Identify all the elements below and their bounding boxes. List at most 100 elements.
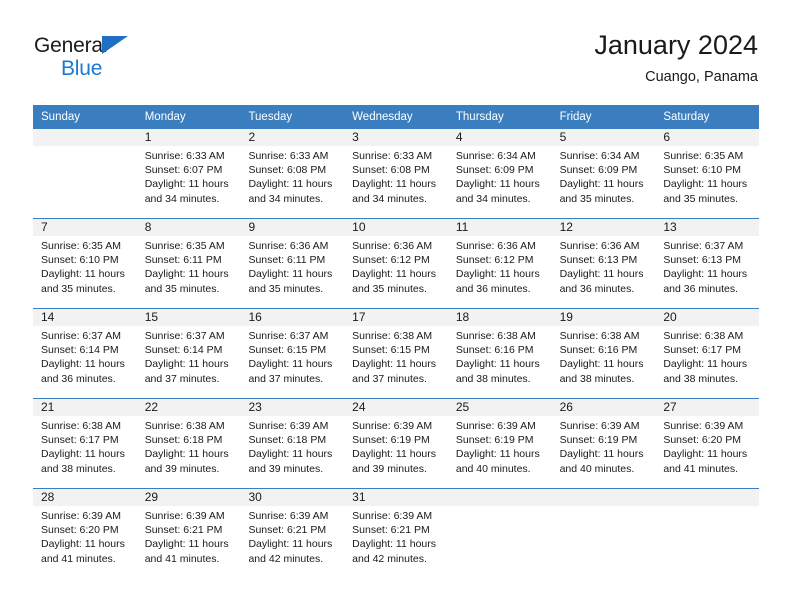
- day-number: [655, 489, 760, 506]
- daylight-duration-line1: Daylight: 11 hours: [352, 358, 437, 371]
- daylight-duration-line1: Daylight: 11 hours: [248, 268, 333, 281]
- sunset-time: Sunset: 6:13 PM: [663, 254, 741, 267]
- day-number: 23: [240, 399, 345, 416]
- calendar-day-cell[interactable]: 20 Sunrise: 6:38 AM Sunset: 6:17 PM Dayligh…: [655, 309, 760, 398]
- calendar-day-cell[interactable]: 23 Sunrise: 6:39 AM Sunset: 6:18 PM Dayligh…: [240, 399, 345, 488]
- calendar-day-cell[interactable]: 10 Sunrise: 6:36 AM Sunset: 6:12 PM Dayligh…: [344, 219, 448, 308]
- daylight-duration-line2: and 34 minutes.: [248, 192, 324, 205]
- sunrise-time: Sunrise: 6:37 AM: [41, 330, 121, 342]
- sunset-time: Sunset: 6:09 PM: [455, 164, 534, 177]
- calendar-day-cell[interactable]: 21 Sunrise: 6:38 AM Sunset: 6:17 PM Dayligh…: [33, 399, 137, 488]
- day-number: 27: [655, 399, 760, 416]
- sunset-time: Sunset: 6:14 PM: [41, 344, 119, 357]
- daylight-duration-line1: Daylight: 11 hours: [352, 448, 437, 461]
- brand-logo[interactable]: General Blue: [34, 34, 254, 82]
- calendar-day-cell[interactable]: 11 Sunrise: 6:36 AM Sunset: 6:12 PM Dayligh…: [447, 219, 552, 308]
- sunrise-time: Sunrise: 6:39 AM: [559, 420, 640, 432]
- sunset-time: Sunset: 6:12 PM: [455, 254, 534, 267]
- daylight-duration-line1: Daylight: 11 hours: [248, 358, 333, 371]
- calendar-day-cell[interactable]: 16 Sunrise: 6:37 AM Sunset: 6:15 PM Dayligh…: [240, 309, 345, 398]
- daylight-duration-line1: Daylight: 11 hours: [248, 448, 333, 461]
- calendar-day-cell[interactable]: 13 Sunrise: 6:37 AM Sunset: 6:13 PM Dayligh…: [655, 219, 760, 308]
- sunrise-time: Sunrise: 6:36 AM: [352, 240, 433, 252]
- sunset-time: Sunset: 6:18 PM: [144, 434, 223, 447]
- day-number: 9: [240, 219, 345, 236]
- calendar-empty-cell: [447, 489, 552, 578]
- calendar-day-cell[interactable]: 30 Sunrise: 6:39 AM Sunset: 6:21 PM Dayligh…: [240, 489, 345, 578]
- daylight-duration-line1: Daylight: 11 hours: [352, 538, 437, 551]
- daylight-duration-line2: and 38 minutes.: [559, 372, 635, 385]
- calendar-day-cell[interactable]: 19 Sunrise: 6:38 AM Sunset: 6:16 PM Dayligh…: [551, 309, 656, 398]
- daylight-duration-line2: and 41 minutes.: [144, 552, 220, 565]
- daylight-duration-line2: and 35 minutes.: [559, 192, 635, 205]
- sunrise-time: Sunrise: 6:39 AM: [352, 420, 433, 432]
- weekday-header-friday: Friday: [559, 111, 592, 123]
- day-number: 25: [447, 399, 552, 416]
- calendar-day-cell[interactable]: 3 Sunrise: 6:33 AM Sunset: 6:08 PM Daylight…: [344, 129, 448, 218]
- calendar-day-cell[interactable]: 14 Sunrise: 6:37 AM Sunset: 6:14 PM Dayligh…: [33, 309, 137, 398]
- calendar-day-cell[interactable]: 27 Sunrise: 6:39 AM Sunset: 6:20 PM Dayligh…: [655, 399, 760, 488]
- day-number: 19: [551, 309, 656, 326]
- sunrise-time: Sunrise: 6:38 AM: [663, 330, 744, 342]
- daylight-duration-line2: and 35 minutes.: [144, 282, 220, 295]
- day-number: 3: [344, 129, 448, 146]
- calendar-day-cell[interactable]: 25 Sunrise: 6:39 AM Sunset: 6:19 PM Dayligh…: [447, 399, 552, 488]
- daylight-duration-line1: Daylight: 11 hours: [352, 178, 437, 191]
- day-details: Sunrise: 6:39 AM Sunset: 6:20 PM Daylight:…: [33, 506, 137, 566]
- daylight-duration-line1: Daylight: 11 hours: [41, 358, 125, 371]
- calendar-day-cell[interactable]: 1 Sunrise: 6:33 AM Sunset: 6:07 PM Daylight…: [136, 129, 241, 218]
- sunset-time: Sunset: 6:18 PM: [248, 434, 327, 447]
- weekday-header-thursday: Thursday: [455, 111, 504, 123]
- calendar-day-cell[interactable]: 12 Sunrise: 6:36 AM Sunset: 6:13 PM Dayligh…: [551, 219, 656, 308]
- daylight-duration-line2: and 37 minutes.: [144, 372, 220, 385]
- sunrise-time: Sunrise: 6:39 AM: [248, 510, 329, 522]
- brand-logo-top-row: General: [34, 34, 254, 58]
- calendar-day-cell[interactable]: 24 Sunrise: 6:39 AM Sunset: 6:19 PM Dayligh…: [344, 399, 448, 488]
- title-block: January 2024 Cuango, Panama: [594, 28, 758, 88]
- calendar-day-cell[interactable]: 5 Sunrise: 6:34 AM Sunset: 6:09 PM Daylight…: [551, 129, 656, 218]
- calendar-day-cell[interactable]: 29 Sunrise: 6:39 AM Sunset: 6:21 PM Dayligh…: [136, 489, 241, 578]
- day-number: 12: [551, 219, 656, 236]
- calendar-day-cell[interactable]: 22 Sunrise: 6:38 AM Sunset: 6:18 PM Dayligh…: [136, 399, 241, 488]
- page-subtitle-location: Cuango, Panama: [645, 69, 758, 85]
- daylight-duration-line1: Daylight: 11 hours: [41, 448, 125, 461]
- day-number: 10: [344, 219, 448, 236]
- daylight-duration-line1: Daylight: 11 hours: [559, 178, 644, 191]
- sunset-time: Sunset: 6:21 PM: [144, 524, 223, 537]
- calendar-day-cell[interactable]: 18 Sunrise: 6:38 AM Sunset: 6:16 PM Dayligh…: [447, 309, 552, 398]
- day-number: 5: [551, 129, 656, 146]
- calendar-weeks: 1 Sunrise: 6:33 AM Sunset: 6:07 PM Daylight…: [33, 129, 760, 578]
- day-number: 8: [136, 219, 241, 236]
- calendar-day-cell[interactable]: 2 Sunrise: 6:33 AM Sunset: 6:08 PM Daylight…: [240, 129, 345, 218]
- calendar-day-cell[interactable]: 26 Sunrise: 6:39 AM Sunset: 6:19 PM Dayligh…: [551, 399, 656, 488]
- daylight-duration-line1: Daylight: 11 hours: [248, 178, 333, 191]
- sunset-time: Sunset: 6:15 PM: [352, 344, 430, 357]
- weekday-header-tuesday: Tuesday: [248, 111, 293, 123]
- daylight-duration-line2: and 38 minutes.: [455, 372, 531, 385]
- calendar-grid: Sunday Monday Tuesday Wednesday Thursday Frid…: [33, 105, 760, 578]
- calendar-day-cell[interactable]: 31 Sunrise: 6:39 AM Sunset: 6:21 PM Dayligh…: [344, 489, 448, 578]
- calendar-day-cell[interactable]: 28 Sunrise: 6:39 AM Sunset: 6:20 PM Dayligh…: [33, 489, 137, 578]
- calendar-day-cell[interactable]: 8 Sunrise: 6:35 AM Sunset: 6:11 PM Daylight…: [136, 219, 241, 308]
- sunrise-time: Sunrise: 6:39 AM: [663, 420, 744, 432]
- daylight-duration-line2: and 42 minutes.: [248, 552, 324, 565]
- sunrise-time: Sunrise: 6:37 AM: [144, 330, 225, 342]
- calendar-day-cell[interactable]: 7 Sunrise: 6:35 AM Sunset: 6:10 PM Daylight…: [33, 219, 137, 308]
- calendar-day-cell[interactable]: 6 Sunrise: 6:35 AM Sunset: 6:10 PM Daylight…: [655, 129, 760, 218]
- sunset-time: Sunset: 6:13 PM: [559, 254, 638, 267]
- daylight-duration-line2: and 35 minutes.: [248, 282, 324, 295]
- sunset-time: Sunset: 6:11 PM: [248, 254, 326, 267]
- sunset-time: Sunset: 6:11 PM: [144, 254, 222, 267]
- calendar-day-cell[interactable]: 4 Sunrise: 6:34 AM Sunset: 6:09 PM Daylight…: [447, 129, 552, 218]
- calendar-day-cell[interactable]: 15 Sunrise: 6:37 AM Sunset: 6:14 PM Dayligh…: [136, 309, 241, 398]
- daylight-duration-line2: and 37 minutes.: [352, 372, 427, 385]
- sunrise-time: Sunrise: 6:39 AM: [248, 420, 329, 432]
- calendar-day-cell[interactable]: 9 Sunrise: 6:36 AM Sunset: 6:11 PM Daylight…: [240, 219, 345, 308]
- day-number: 4: [447, 129, 552, 146]
- day-details: Sunrise: 6:39 AM Sunset: 6:18 PM Daylight:…: [240, 416, 344, 476]
- day-details: Sunrise: 6:38 AM Sunset: 6:16 PM Daylight:…: [448, 326, 552, 386]
- sunrise-time: Sunrise: 6:39 AM: [144, 510, 225, 522]
- weekday-header-sunday: Sunday: [41, 111, 81, 123]
- calendar-day-cell[interactable]: 17 Sunrise: 6:38 AM Sunset: 6:15 PM Dayligh…: [344, 309, 448, 398]
- daylight-duration-line1: Daylight: 11 hours: [144, 268, 229, 281]
